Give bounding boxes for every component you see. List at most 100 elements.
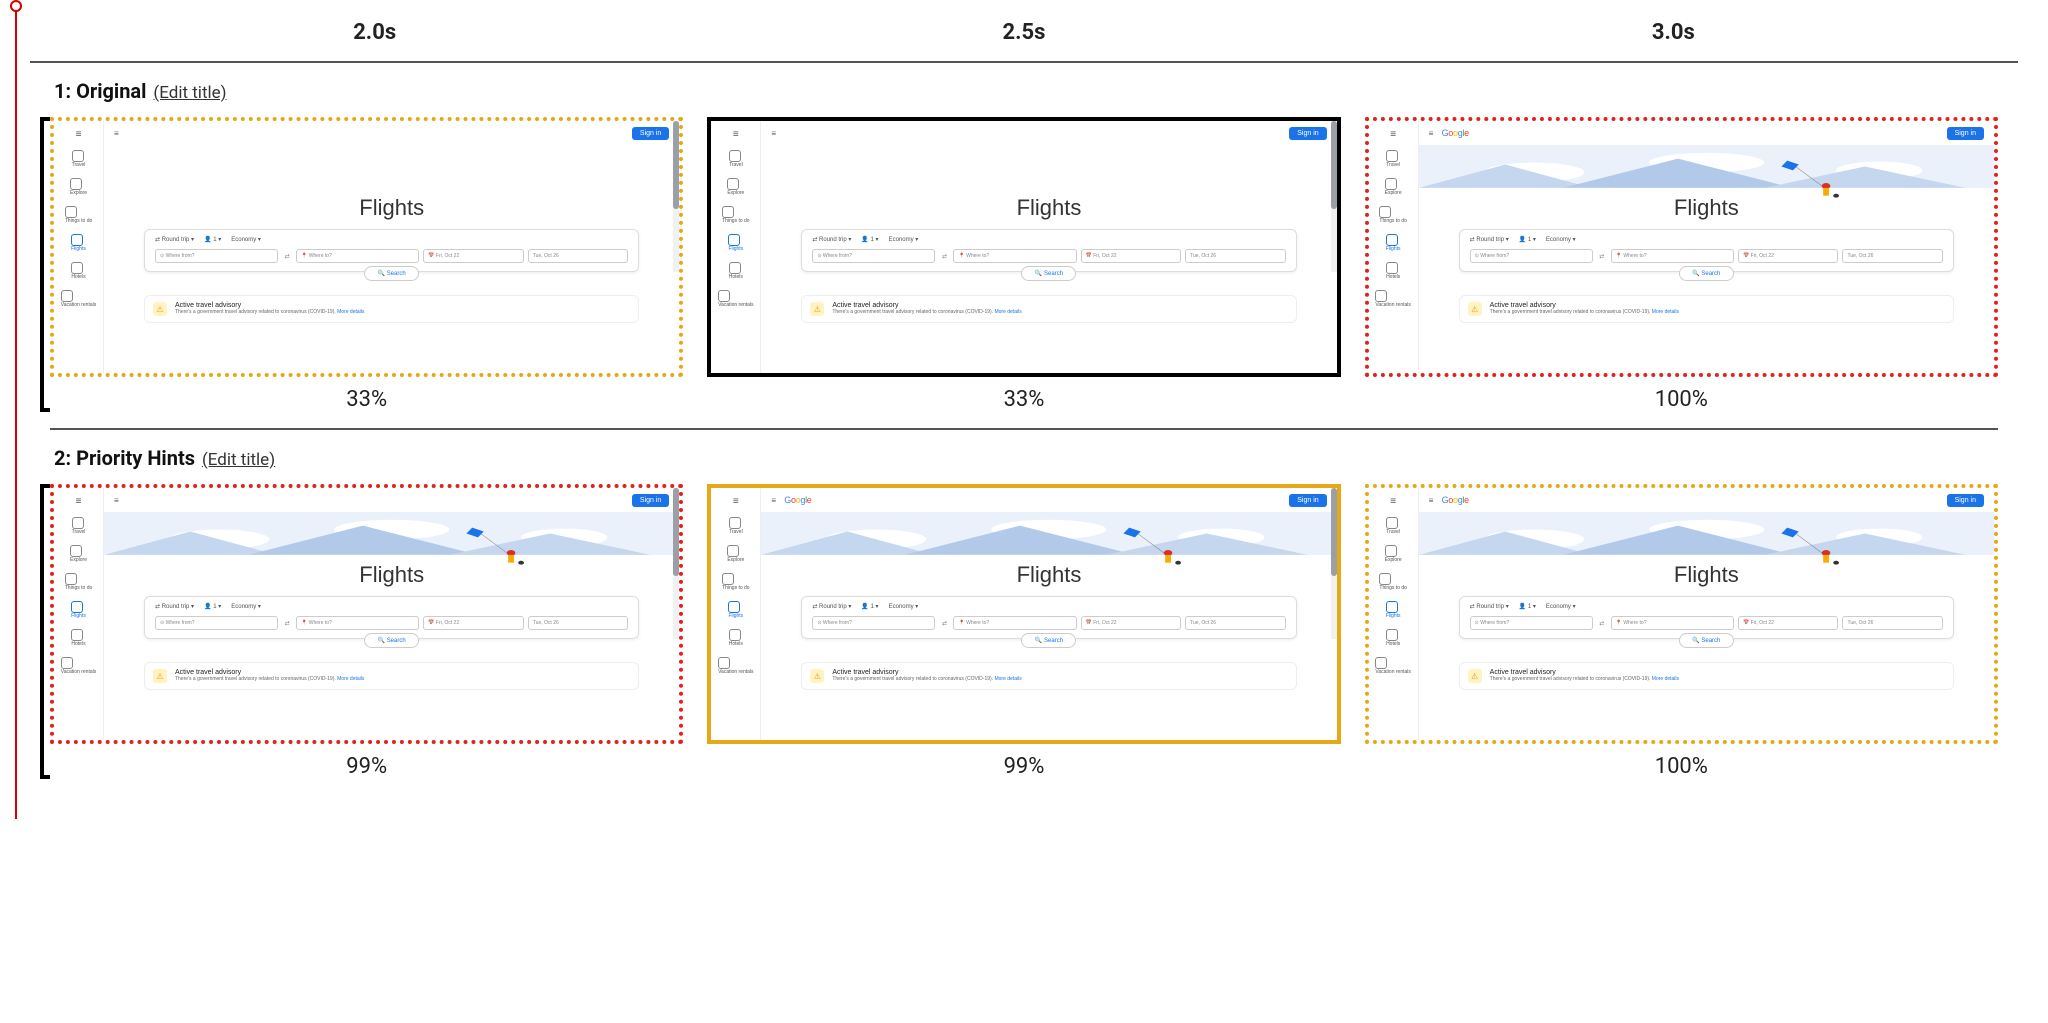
advisory-more-link[interactable]: More details	[1652, 309, 1679, 315]
destination-input[interactable]: 📍 Where to?	[953, 249, 1076, 263]
hamburger-icon[interactable]: ≡	[76, 129, 82, 140]
sidebar-item[interactable]: Flights	[71, 234, 86, 252]
scrollbar-thumb[interactable]	[673, 121, 679, 209]
passenger-dropdown[interactable]: 👤 1 ▾	[1519, 236, 1536, 243]
sidebar-item[interactable]: Travel	[1386, 517, 1400, 535]
destination-input[interactable]: 📍 Where to?	[1611, 249, 1734, 263]
screenshot-frame[interactable]: ≡ Travel Explore Things to do Flights Ho…	[50, 117, 683, 377]
depart-date-input[interactable]: 📅 Fri, Oct 22	[1081, 616, 1182, 630]
signin-button[interactable]: Sign in	[1947, 127, 1984, 140]
sidebar-item[interactable]: Hotels	[1386, 629, 1400, 647]
passenger-dropdown[interactable]: 👤 1 ▾	[204, 236, 221, 243]
hamburger-icon[interactable]: ≡	[114, 496, 119, 505]
class-dropdown[interactable]: Economy ▾	[889, 236, 919, 243]
swap-icon[interactable]: ⇄	[1597, 616, 1607, 630]
return-date-input[interactable]: Tue, Oct 26	[528, 249, 629, 263]
search-button[interactable]: 🔍 Search	[1679, 266, 1734, 281]
sidebar-item[interactable]: Hotels	[71, 629, 85, 647]
trip-type-dropdown[interactable]: ⇄ Round trip ▾	[155, 236, 194, 243]
hamburger-icon[interactable]: ≡	[771, 496, 776, 505]
signin-button[interactable]: Sign in	[1947, 494, 1984, 507]
advisory-more-link[interactable]: More details	[1652, 676, 1679, 682]
sidebar-item[interactable]: Vacation rentals	[718, 290, 753, 308]
hamburger-icon[interactable]: ≡	[1429, 129, 1434, 138]
sidebar-item[interactable]: Things to do	[65, 573, 93, 591]
sidebar-item[interactable]: Hotels	[729, 262, 743, 280]
scrollbar-thumb[interactable]	[1331, 121, 1337, 209]
return-date-input[interactable]: Tue, Oct 26	[1185, 616, 1286, 630]
sidebar-item[interactable]: Travel	[1386, 150, 1400, 168]
search-button[interactable]: 🔍 Search	[1679, 633, 1734, 648]
screenshot-frame[interactable]: ≡ Travel Explore Things to do Flights Ho…	[1365, 117, 1998, 377]
destination-input[interactable]: 📍 Where to?	[296, 616, 419, 630]
passenger-dropdown[interactable]: 👤 1 ▾	[1519, 603, 1536, 610]
sidebar-item[interactable]: Things to do	[722, 573, 750, 591]
sidebar-item[interactable]: Explore	[70, 545, 87, 563]
return-date-input[interactable]: Tue, Oct 26	[1185, 249, 1286, 263]
sidebar-item[interactable]: Flights	[1386, 601, 1401, 619]
passenger-dropdown[interactable]: 👤 1 ▾	[204, 603, 221, 610]
sidebar-item[interactable]: Vacation rentals	[1375, 657, 1410, 675]
sidebar-item[interactable]: Things to do	[65, 206, 93, 224]
search-button[interactable]: 🔍 Search	[1021, 633, 1076, 648]
class-dropdown[interactable]: Economy ▾	[231, 603, 261, 610]
sidebar-item[interactable]: Travel	[72, 150, 86, 168]
depart-date-input[interactable]: 📅 Fri, Oct 22	[1081, 249, 1182, 263]
return-date-input[interactable]: Tue, Oct 26	[1842, 249, 1943, 263]
class-dropdown[interactable]: Economy ▾	[1546, 236, 1576, 243]
sidebar-item[interactable]: Vacation rentals	[61, 290, 96, 308]
screenshot-frame[interactable]: ≡ Travel Explore Things to do Flights Ho…	[707, 484, 1340, 744]
origin-input[interactable]: ⊙ Where from?	[155, 249, 278, 263]
trip-type-dropdown[interactable]: ⇄ Round trip ▾	[1470, 236, 1509, 243]
destination-input[interactable]: 📍 Where to?	[953, 616, 1076, 630]
signin-button[interactable]: Sign in	[1289, 127, 1326, 140]
hamburger-icon[interactable]: ≡	[1429, 496, 1434, 505]
return-date-input[interactable]: Tue, Oct 26	[1842, 616, 1943, 630]
scrollbar-thumb[interactable]	[1331, 488, 1337, 576]
sidebar-item[interactable]: Hotels	[71, 262, 85, 280]
edit-title-link[interactable]: (Edit title)	[153, 83, 226, 103]
swap-icon[interactable]: ⇄	[282, 616, 292, 630]
screenshot-frame[interactable]: ≡ Travel Explore Things to do Flights Ho…	[50, 484, 683, 744]
passenger-dropdown[interactable]: 👤 1 ▾	[861, 236, 878, 243]
hamburger-icon[interactable]: ≡	[733, 496, 739, 507]
sidebar-item[interactable]: Vacation rentals	[1375, 290, 1410, 308]
sidebar-item[interactable]: Travel	[72, 517, 86, 535]
swap-icon[interactable]: ⇄	[1597, 249, 1607, 263]
origin-input[interactable]: ⊙ Where from?	[1470, 249, 1593, 263]
destination-input[interactable]: 📍 Where to?	[1611, 616, 1734, 630]
advisory-more-link[interactable]: More details	[994, 676, 1021, 682]
sidebar-item[interactable]: Explore	[70, 178, 87, 196]
hamburger-icon[interactable]: ≡	[1390, 496, 1396, 507]
sidebar-item[interactable]: Things to do	[1379, 573, 1407, 591]
origin-input[interactable]: ⊙ Where from?	[812, 249, 935, 263]
sidebar-item[interactable]: Vacation rentals	[61, 657, 96, 675]
class-dropdown[interactable]: Economy ▾	[889, 603, 919, 610]
sidebar-item[interactable]: Explore	[727, 178, 744, 196]
swap-icon[interactable]: ⇄	[939, 616, 949, 630]
signin-button[interactable]: Sign in	[632, 494, 669, 507]
destination-input[interactable]: 📍 Where to?	[296, 249, 419, 263]
origin-input[interactable]: ⊙ Where from?	[155, 616, 278, 630]
sidebar-item[interactable]: Hotels	[1386, 262, 1400, 280]
trip-type-dropdown[interactable]: ⇄ Round trip ▾	[1470, 603, 1509, 610]
depart-date-input[interactable]: 📅 Fri, Oct 22	[423, 249, 524, 263]
depart-date-input[interactable]: 📅 Fri, Oct 22	[1738, 249, 1839, 263]
scrollbar-thumb[interactable]	[673, 488, 679, 576]
trip-type-dropdown[interactable]: ⇄ Round trip ▾	[812, 603, 851, 610]
origin-input[interactable]: ⊙ Where from?	[1470, 616, 1593, 630]
passenger-dropdown[interactable]: 👤 1 ▾	[861, 603, 878, 610]
signin-button[interactable]: Sign in	[1289, 494, 1326, 507]
hamburger-icon[interactable]: ≡	[114, 129, 119, 138]
trip-type-dropdown[interactable]: ⇄ Round trip ▾	[812, 236, 851, 243]
sidebar-item[interactable]: Vacation rentals	[718, 657, 753, 675]
advisory-more-link[interactable]: More details	[994, 309, 1021, 315]
sidebar-item[interactable]: Flights	[728, 601, 743, 619]
sidebar-item[interactable]: Flights	[728, 234, 743, 252]
sidebar-item[interactable]: Flights	[71, 601, 86, 619]
advisory-more-link[interactable]: More details	[337, 309, 364, 315]
hamburger-icon[interactable]: ≡	[76, 496, 82, 507]
return-date-input[interactable]: Tue, Oct 26	[528, 616, 629, 630]
sidebar-item[interactable]: Things to do	[722, 206, 750, 224]
sidebar-item[interactable]: Explore	[1385, 178, 1402, 196]
